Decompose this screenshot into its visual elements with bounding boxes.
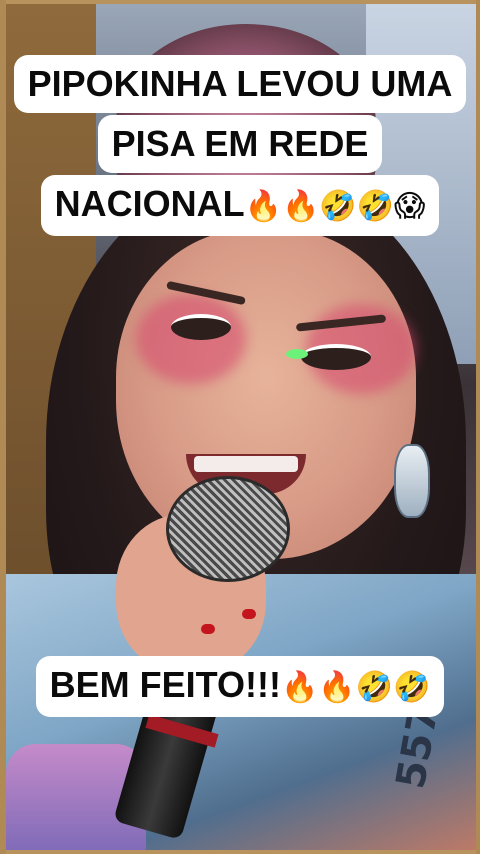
eye-left [171,314,231,340]
teeth [194,456,298,472]
caption-top-emojis: 🔥🔥🤣🤣😱 [244,189,426,224]
caption-top-line-3-text: NACIONAL [54,183,245,224]
caption-top-line-2: PISA EM REDE [97,115,383,173]
caption-bottom-text: BEM FEITO!!! [49,664,281,705]
caption-bottom-emojis: 🔥🔥🤣🤣 [280,670,431,705]
fingernail [201,624,215,634]
glitter-accent [286,349,308,359]
caption-bottom: BEM FEITO!!!🔥🔥🤣🤣 [4,656,476,719]
fingernail [242,609,256,619]
eye-right [301,344,371,370]
microphone-head [166,476,290,582]
earring [394,444,430,518]
caption-top: PIPOKINHA LEVOU UMA PISA EM REDE NACIONA… [4,55,476,238]
caption-bottom-line: BEM FEITO!!!🔥🔥🤣🤣 [35,656,445,717]
caption-top-line-3: NACIONAL🔥🔥🤣🤣😱 [40,175,440,236]
caption-top-line-1: PIPOKINHA LEVOU UMA [13,55,467,113]
